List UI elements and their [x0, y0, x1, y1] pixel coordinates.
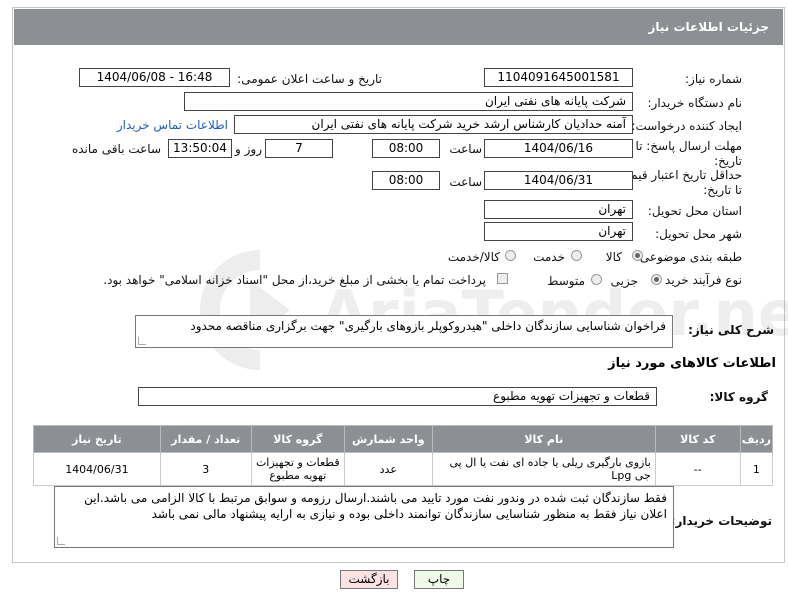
cell-qty: 3: [159, 452, 252, 486]
process-radio-medium[interactable]: [591, 274, 602, 285]
category-option-service: خدمت: [533, 250, 565, 264]
buyer-contact-link[interactable]: اطلاعات تماس خریدار: [117, 118, 228, 132]
table-row[interactable]: 1 -- بازوی بارگیری ریلی یا جاده ای نفت ی…: [33, 452, 774, 486]
validity-time-label: ساعت: [449, 175, 482, 189]
col-group: گروه کالا: [250, 425, 345, 453]
process-option-minor: جزیی: [610, 274, 638, 288]
page-header: جزئیات اطلاعات نیاز: [14, 9, 783, 45]
resize-grip-icon[interactable]: [138, 337, 146, 345]
validity-label-2: تا تاریخ:: [703, 183, 742, 197]
col-code: کد کالا: [654, 425, 741, 453]
deadline-time-value: 08:00: [372, 139, 440, 158]
resize-grip-icon[interactable]: [57, 537, 65, 545]
cell-name: بازوی بارگیری ریلی یا جاده ای نفت یا ال …: [431, 452, 656, 486]
buyer-notes-label: توضیحات خریدار:: [670, 514, 772, 528]
city-value: تهران: [484, 222, 633, 241]
cell-date: 1404/06/31: [33, 452, 161, 486]
need-number-label: شماره نیاز:: [685, 72, 742, 86]
process-radio-minor[interactable]: [651, 274, 662, 285]
col-row: ردیف: [739, 425, 774, 453]
buyer-org-label: نام دستگاه خریدار:: [647, 96, 743, 110]
buyer-org-value: شرکت پایانه های نفتی ایران: [184, 92, 633, 111]
category-radio-goods[interactable]: [632, 250, 643, 261]
deadline-date-value: 1404/06/16: [484, 139, 633, 158]
col-date: تاریخ نیاز: [33, 425, 161, 453]
deadline-label-1: مهلت ارسال پاسخ: تا: [635, 139, 742, 153]
goods-section-title: اطلاعات کالاهای مورد نیاز: [608, 356, 776, 371]
description-textarea[interactable]: فراخوان شناسایی سازندگان داخلی "هیدروکوپ…: [135, 315, 673, 348]
validity-date-value: 1404/06/31: [484, 171, 633, 190]
remaining-time-value: 13:50:04: [168, 139, 232, 158]
process-label: نوع فرآیند خرید :: [657, 273, 742, 287]
province-value: تهران: [484, 200, 633, 219]
days-label: روز و: [235, 142, 262, 156]
creator-label: ایجاد کننده درخواست:: [631, 119, 742, 133]
announce-value: 1404/06/08 - 16:48: [79, 68, 230, 87]
category-option-both: کالا/خدمت: [447, 250, 500, 264]
remaining-time-label: ساعت باقی مانده: [71, 142, 161, 156]
category-radio-both[interactable]: [505, 250, 516, 261]
days-remaining-value: 7: [265, 139, 333, 158]
category-label: طبقه بندی موضوعی:: [635, 250, 742, 264]
col-name: نام کالا: [431, 425, 656, 453]
cell-code: --: [654, 452, 741, 486]
buyer-notes-textarea[interactable]: فقط سازندگان ثبت شده در وندور نفت مورد ت…: [54, 486, 674, 548]
table-header-row: ردیف کد کالا نام کالا واحد شمارش گروه کا…: [33, 425, 774, 453]
treasury-payment-checkbox[interactable]: [497, 273, 508, 284]
category-option-goods: کالا: [605, 250, 622, 264]
goods-group-value: قطعات و تجهیزات تهویه مطبوع: [138, 387, 657, 406]
description-label: شرح کلی نیاز:: [688, 323, 774, 337]
goods-group-label: گروه کالا:: [709, 390, 768, 404]
page-title: جزئیات اطلاعات نیاز: [648, 20, 769, 34]
announce-label: تاریخ و ساعت اعلان عمومی:: [237, 72, 382, 86]
cell-group: قطعات و تجهیزات تهویه مطبوع: [250, 452, 345, 486]
province-label: استان محل تحویل:: [647, 204, 742, 218]
print-button[interactable]: چاپ: [414, 570, 464, 589]
creator-value: آمنه حدادیان کارشناس ارشد خرید شرکت پایا…: [234, 115, 633, 134]
goods-table: ردیف کد کالا نام کالا واحد شمارش گروه کا…: [33, 425, 774, 486]
col-unit: واحد شمارش: [343, 425, 433, 453]
description-text: فراخوان شناسایی سازندگان داخلی "هیدروکوپ…: [190, 319, 666, 333]
col-qty: تعداد / مقدار: [159, 425, 252, 453]
validity-time-value: 08:00: [372, 171, 440, 190]
treasury-payment-note: پرداخت تمام یا بخشی از مبلغ خرید،از محل …: [103, 273, 486, 287]
cell-row: 1: [739, 452, 774, 486]
back-button[interactable]: بازگشت: [340, 570, 398, 589]
validity-label-1: حداقل تاریخ اعتبار قیمت:: [615, 168, 742, 182]
city-label: شهر محل تحویل:: [655, 227, 742, 241]
need-number-value: 1104091645001581: [484, 68, 633, 87]
buyer-notes-text: فقط سازندگان ثبت شده در وندور نفت مورد ت…: [84, 491, 667, 521]
deadline-label-2: تاریخ:: [714, 154, 742, 168]
deadline-time-label: ساعت: [449, 142, 482, 156]
category-radio-service[interactable]: [571, 250, 582, 261]
cell-unit: عدد: [343, 452, 433, 486]
process-option-medium: متوسط: [547, 274, 585, 288]
